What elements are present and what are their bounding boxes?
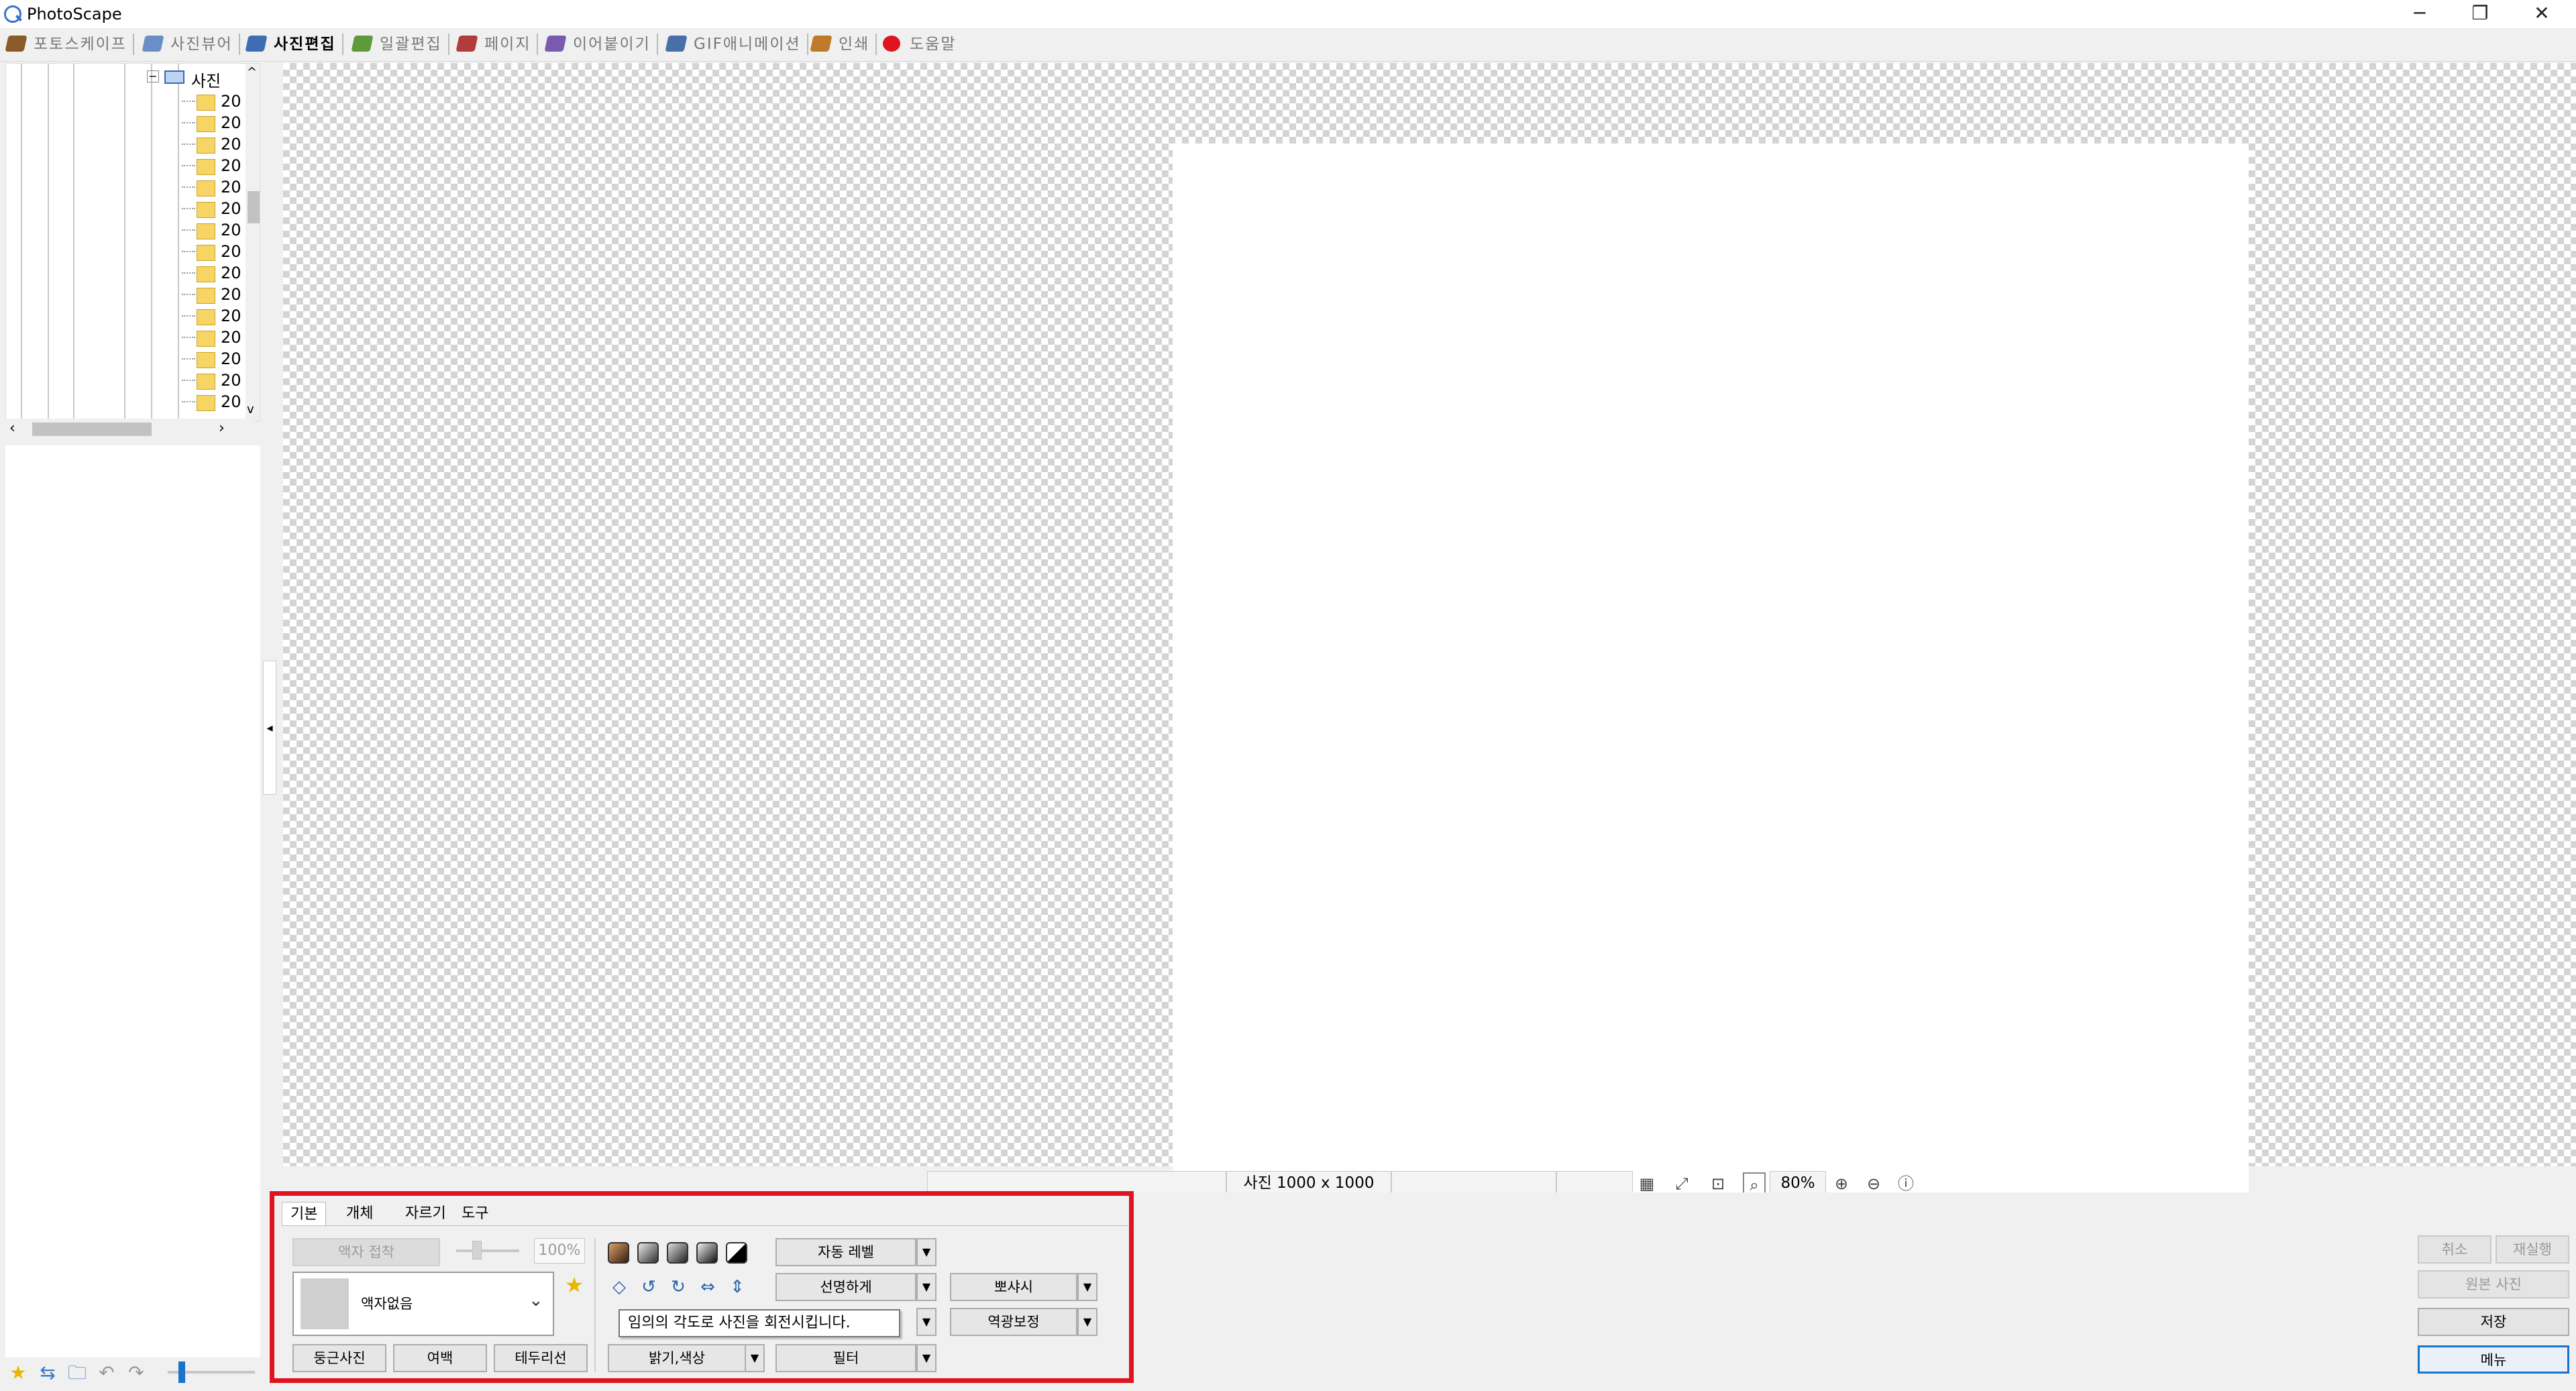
tree-folder-item[interactable]: 20: [182, 176, 241, 198]
tab-editor[interactable]: 사진편집: [243, 31, 343, 58]
back-icon[interactable]: ↶: [95, 1361, 118, 1384]
highlight-box: [270, 1191, 1134, 1383]
collapse-panel-button[interactable]: ◂: [263, 661, 276, 795]
photoscape-tab-icon: [5, 36, 28, 52]
tab-batch[interactable]: 일괄편집: [349, 31, 449, 58]
folder-icon: [197, 202, 215, 218]
scroll-right-icon[interactable]: ›: [219, 420, 225, 437]
folder-icon: [197, 266, 215, 282]
status-cell-4: [1556, 1171, 1633, 1195]
folder-icon: [197, 374, 215, 390]
title-bar: PhotoScape ─ ❐ ✕: [0, 0, 2576, 28]
print-tab-icon: [810, 36, 833, 52]
gif-tab-icon: [665, 36, 688, 52]
viewer-tab-icon: [142, 36, 164, 52]
original-photo-button[interactable]: 원본 사진: [2418, 1270, 2569, 1298]
tree-vertical-scrollbar[interactable]: ^ v: [246, 64, 260, 421]
tab-page[interactable]: 페이지: [453, 31, 539, 58]
tree-folder-item[interactable]: 20: [182, 91, 241, 112]
info-icon[interactable]: ⓘ: [1894, 1172, 1917, 1195]
menu-button[interactable]: 메뉴: [2418, 1345, 2569, 1374]
fit-screen-icon[interactable]: ⤢: [1670, 1172, 1693, 1195]
photo-size-label: 사진 1000 x 1000: [1226, 1171, 1391, 1195]
tree-folder-item[interactable]: 20: [182, 348, 241, 370]
tree-item-photos[interactable]: − 사진: [147, 66, 241, 91]
tree-folder-item[interactable]: 20: [182, 327, 241, 348]
scroll-left-icon[interactable]: ‹: [9, 420, 15, 437]
forward-icon[interactable]: ↷: [125, 1361, 148, 1384]
folder-icon: [197, 395, 215, 411]
restore-button[interactable]: ❐: [2450, 0, 2510, 28]
save-button[interactable]: 저장: [2418, 1308, 2569, 1336]
folder-icon: [197, 137, 215, 154]
tab-combine[interactable]: 이어붙이기: [542, 31, 658, 58]
favorites-star-icon[interactable]: ★: [7, 1361, 30, 1384]
tree-folder-item[interactable]: 20: [182, 391, 241, 412]
thumbnail-size-knob[interactable]: [178, 1361, 185, 1383]
swap-icon[interactable]: ⇆: [36, 1361, 59, 1384]
monitor-icon: [164, 70, 184, 84]
tree-scroll-thumb[interactable]: [248, 191, 260, 223]
tree-folder-item[interactable]: 20: [182, 284, 241, 305]
tree-folder-item[interactable]: 20: [182, 198, 241, 219]
folder-icon: [197, 95, 215, 111]
actual-size-icon[interactable]: ⊡: [1707, 1172, 1729, 1195]
folder-tree[interactable]: − 사진 20 20 20 20 20 20 20 20 20 20 20 20 20 20 20 ^ v: [5, 63, 260, 422]
tree-horizontal-scrollbar[interactable]: ‹ ›: [5, 419, 254, 439]
tree-folder-item[interactable]: 20: [182, 155, 241, 176]
folder-icon: [197, 223, 215, 239]
collapse-icon: ◂: [266, 721, 273, 735]
folder-icon: [197, 288, 215, 304]
redo-button[interactable]: 재실행: [2496, 1235, 2569, 1264]
app-logo-icon: [4, 5, 21, 23]
tree-hscroll-thumb[interactable]: [32, 423, 152, 436]
help-tab-icon: [883, 36, 900, 52]
tree-folder-item[interactable]: 20: [182, 262, 241, 284]
folder-icon: [197, 116, 215, 132]
undo-button[interactable]: 취소: [2418, 1235, 2491, 1264]
scroll-down-icon[interactable]: v: [247, 402, 254, 416]
tab-photoscape[interactable]: 포토스케이프: [3, 31, 134, 58]
minimize-button[interactable]: ─: [2390, 0, 2450, 28]
folder-icon: [197, 309, 215, 325]
tree-folder-item[interactable]: 20: [182, 241, 241, 262]
tab-viewer[interactable]: 사진뷰어: [140, 31, 240, 58]
combine-tab-icon: [544, 36, 567, 52]
scroll-up-icon[interactable]: ^: [247, 65, 257, 79]
tab-help[interactable]: 도움말: [879, 31, 961, 58]
folder-icon: [197, 159, 215, 175]
folder-icon: [197, 180, 215, 197]
main-tab-bar: 포토스케이프 사진뷰어 사진편집 일괄편집 페이지 이어붙이기 GIF애니메이션…: [0, 28, 2576, 62]
status-cell-3: [1391, 1171, 1556, 1195]
folder-icon: [197, 352, 215, 368]
thumbnail-list[interactable]: [5, 445, 260, 1357]
photo-image[interactable]: [1173, 144, 2249, 1219]
zoom-out-icon[interactable]: ⊖: [1862, 1172, 1885, 1195]
zoom-in-icon[interactable]: ⊕: [1830, 1172, 1853, 1195]
checker-toggle-icon[interactable]: ▦: [1635, 1172, 1658, 1195]
page-tab-icon: [455, 36, 478, 52]
open-folder-icon[interactable]: 🗀: [66, 1361, 89, 1384]
folder-icon: [197, 245, 215, 261]
tab-gif[interactable]: GIF애니메이션: [663, 31, 808, 58]
zoom-fit-icon[interactable]: ⌕: [1743, 1172, 1766, 1195]
app-title: PhotoScape: [27, 5, 122, 23]
batch-tab-icon: [351, 36, 374, 52]
editing-canvas[interactable]: [283, 63, 2576, 1219]
tree-folder-item[interactable]: 20: [182, 133, 241, 155]
tree-folder-item[interactable]: 20: [182, 219, 241, 241]
tab-print[interactable]: 인쇄: [808, 31, 877, 58]
editor-tab-icon: [245, 36, 268, 52]
zoom-level-label: 80%: [1770, 1171, 1826, 1195]
tree-folder-item[interactable]: 20: [182, 305, 241, 327]
tree-folder-item[interactable]: 20: [182, 112, 241, 133]
tree-folder-item[interactable]: 20: [182, 370, 241, 391]
tree-collapse-icon[interactable]: −: [147, 70, 159, 82]
close-button[interactable]: ✕: [2512, 0, 2572, 28]
folder-icon: [197, 331, 215, 347]
